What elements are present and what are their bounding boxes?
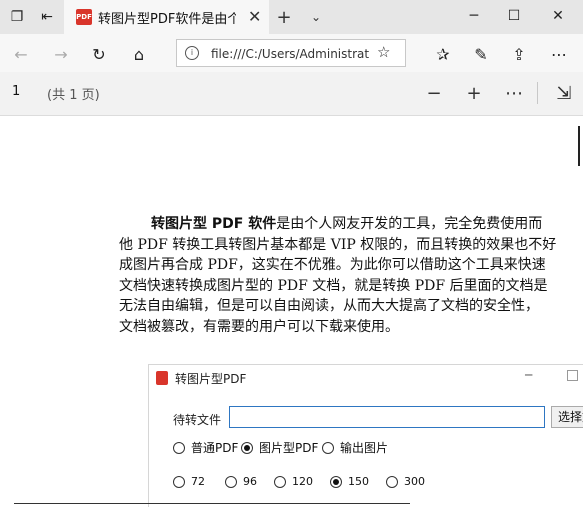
radio-dot: [322, 441, 334, 454]
tab-bar: ❐ ⇤ PDF 转图片型PDF软件是由个人网友开发的工具 ✕ + ⌄ ─ ☐ ✕: [0, 0, 583, 34]
navigation-bar: ← → ↻ ⌂ i file:///C:/Users/Administrator…: [0, 34, 583, 72]
page-divider: [14, 503, 410, 504]
paragraph-line: 成图片再合成 PDF，这实在不优雅。为此你可以借助这个工具来快速: [119, 257, 546, 273]
mode-radio-output-image: 输出图片: [322, 439, 388, 456]
dpi-radio-150: 150: [330, 475, 369, 488]
more-icon[interactable]: ⋯: [548, 43, 570, 65]
pdf-toolbar: 1 (共 1 页) − + ⋯ ⇲: [0, 72, 583, 116]
pin-toolbar-icon[interactable]: ⇲: [552, 81, 576, 105]
back-icon[interactable]: ←: [10, 43, 32, 65]
radio-label: 图片型PDF: [259, 441, 319, 455]
paragraph-line: 他 PDF 转换工具转图片基本都是 VIP 权限的，而且转换的效果也不好: [119, 236, 557, 253]
tab-close-icon[interactable]: ✕: [248, 7, 261, 26]
zoom-out-icon[interactable]: −: [422, 81, 446, 105]
radio-label: 输出图片: [340, 441, 389, 455]
radio-label: 96: [243, 475, 257, 488]
dpi-radio-96: 96: [225, 475, 257, 488]
file-path-field: [229, 406, 545, 428]
paragraph-line: 文档快速转换成图片型的 PDF 文档，就是转换 PDF 后里面的文档是: [119, 277, 548, 294]
line-text: 是由个人网友开发的工具，完全免费使用而: [276, 216, 543, 232]
more-tools-icon[interactable]: ⋯: [502, 81, 526, 105]
new-tab-icon[interactable]: +: [273, 6, 295, 28]
radio-dot: [225, 475, 237, 488]
dpi-radio-300: 300: [386, 475, 425, 488]
dpi-radio-120: 120: [274, 475, 313, 488]
app-title: 转图片型PDF: [175, 372, 247, 386]
radio-dot: [173, 475, 185, 488]
favorite-star-icon[interactable]: ☆: [377, 43, 390, 61]
radio-dot: [386, 475, 398, 488]
paragraph-line: 文档被篡改，有需要的用户可以下载来使用。: [119, 318, 399, 335]
address-bar[interactable]: i file:///C:/Users/Administrator/Desktop…: [176, 39, 406, 67]
radio-label: 普通PDF: [191, 441, 239, 455]
radio-dot-selected: [241, 441, 253, 454]
share-icon[interactable]: ⇪: [508, 43, 530, 65]
radio-dot: [274, 475, 286, 488]
paragraph-line: 转图片型 PDF 软件是由个人网友开发的工具，完全免费使用而: [119, 214, 583, 235]
url-text[interactable]: file:///C:/Users/Administrator/Desktop/转…: [211, 45, 369, 62]
dpi-radio-72: 72: [173, 475, 205, 488]
file-label: 待转文件: [173, 413, 222, 427]
maximize-icon[interactable]: ☐: [504, 8, 524, 24]
app-screenshot-window: 转图片型PDF ─ 待转文件 选择文件 普通PDF 图片型PDF 输出图片 72…: [148, 364, 583, 507]
page-number-input[interactable]: 1: [12, 84, 20, 99]
toolbar-divider: [537, 82, 538, 104]
home-icon[interactable]: ⌂: [128, 43, 150, 65]
refresh-icon[interactable]: ↻: [88, 43, 110, 65]
forward-icon[interactable]: →: [50, 43, 72, 65]
favorites-list-icon[interactable]: ✰: [432, 43, 454, 65]
pdf-file-icon: PDF: [76, 9, 92, 25]
tab-active[interactable]: PDF 转图片型PDF软件是由个人网友开发的工具 ✕: [64, 0, 269, 34]
bold-text: 转图片型 PDF 软件: [151, 216, 277, 232]
radio-label: 120: [292, 475, 313, 488]
mode-radio-normal: 普通PDF: [173, 439, 238, 456]
tab-title: 转图片型PDF软件是由个人网友开发的工具: [98, 12, 236, 27]
set-tabs-aside-icon[interactable]: ⇤: [36, 6, 58, 28]
radio-label: 150: [348, 475, 369, 488]
app-maximize-icon: [567, 370, 578, 381]
radio-label: 300: [404, 475, 425, 488]
info-icon[interactable]: i: [185, 46, 199, 60]
tab-manager-icon[interactable]: ❐: [6, 6, 28, 28]
tab-list-chevron-icon[interactable]: ⌄: [304, 6, 328, 28]
page-total-label: (共 1 页): [47, 88, 100, 103]
select-file-button: 选择文件: [551, 406, 583, 428]
close-window-icon[interactable]: ✕: [548, 8, 568, 24]
minimize-icon[interactable]: ─: [464, 8, 484, 24]
app-logo-icon: [156, 371, 168, 385]
mode-radio-image-pdf: 图片型PDF: [241, 439, 318, 456]
scrollbar[interactable]: [578, 126, 580, 166]
zoom-in-icon[interactable]: +: [462, 81, 486, 105]
app-minimize-icon: ─: [525, 368, 533, 382]
radio-dot-selected: [330, 475, 342, 488]
radio-label: 72: [191, 475, 205, 488]
radio-dot: [173, 441, 185, 454]
paragraph-line: 无法自由编辑，但是可以自由阅读，从而大大提高了文档的安全性，: [119, 298, 539, 314]
pen-icon[interactable]: ✎: [470, 43, 492, 65]
document-paragraph: 转图片型 PDF 软件是由个人网友开发的工具，完全免费使用而 他 PDF 转换工…: [119, 214, 583, 337]
pdf-page: 转图片型 PDF 软件是由个人网友开发的工具，完全免费使用而 他 PDF 转换工…: [0, 116, 583, 507]
